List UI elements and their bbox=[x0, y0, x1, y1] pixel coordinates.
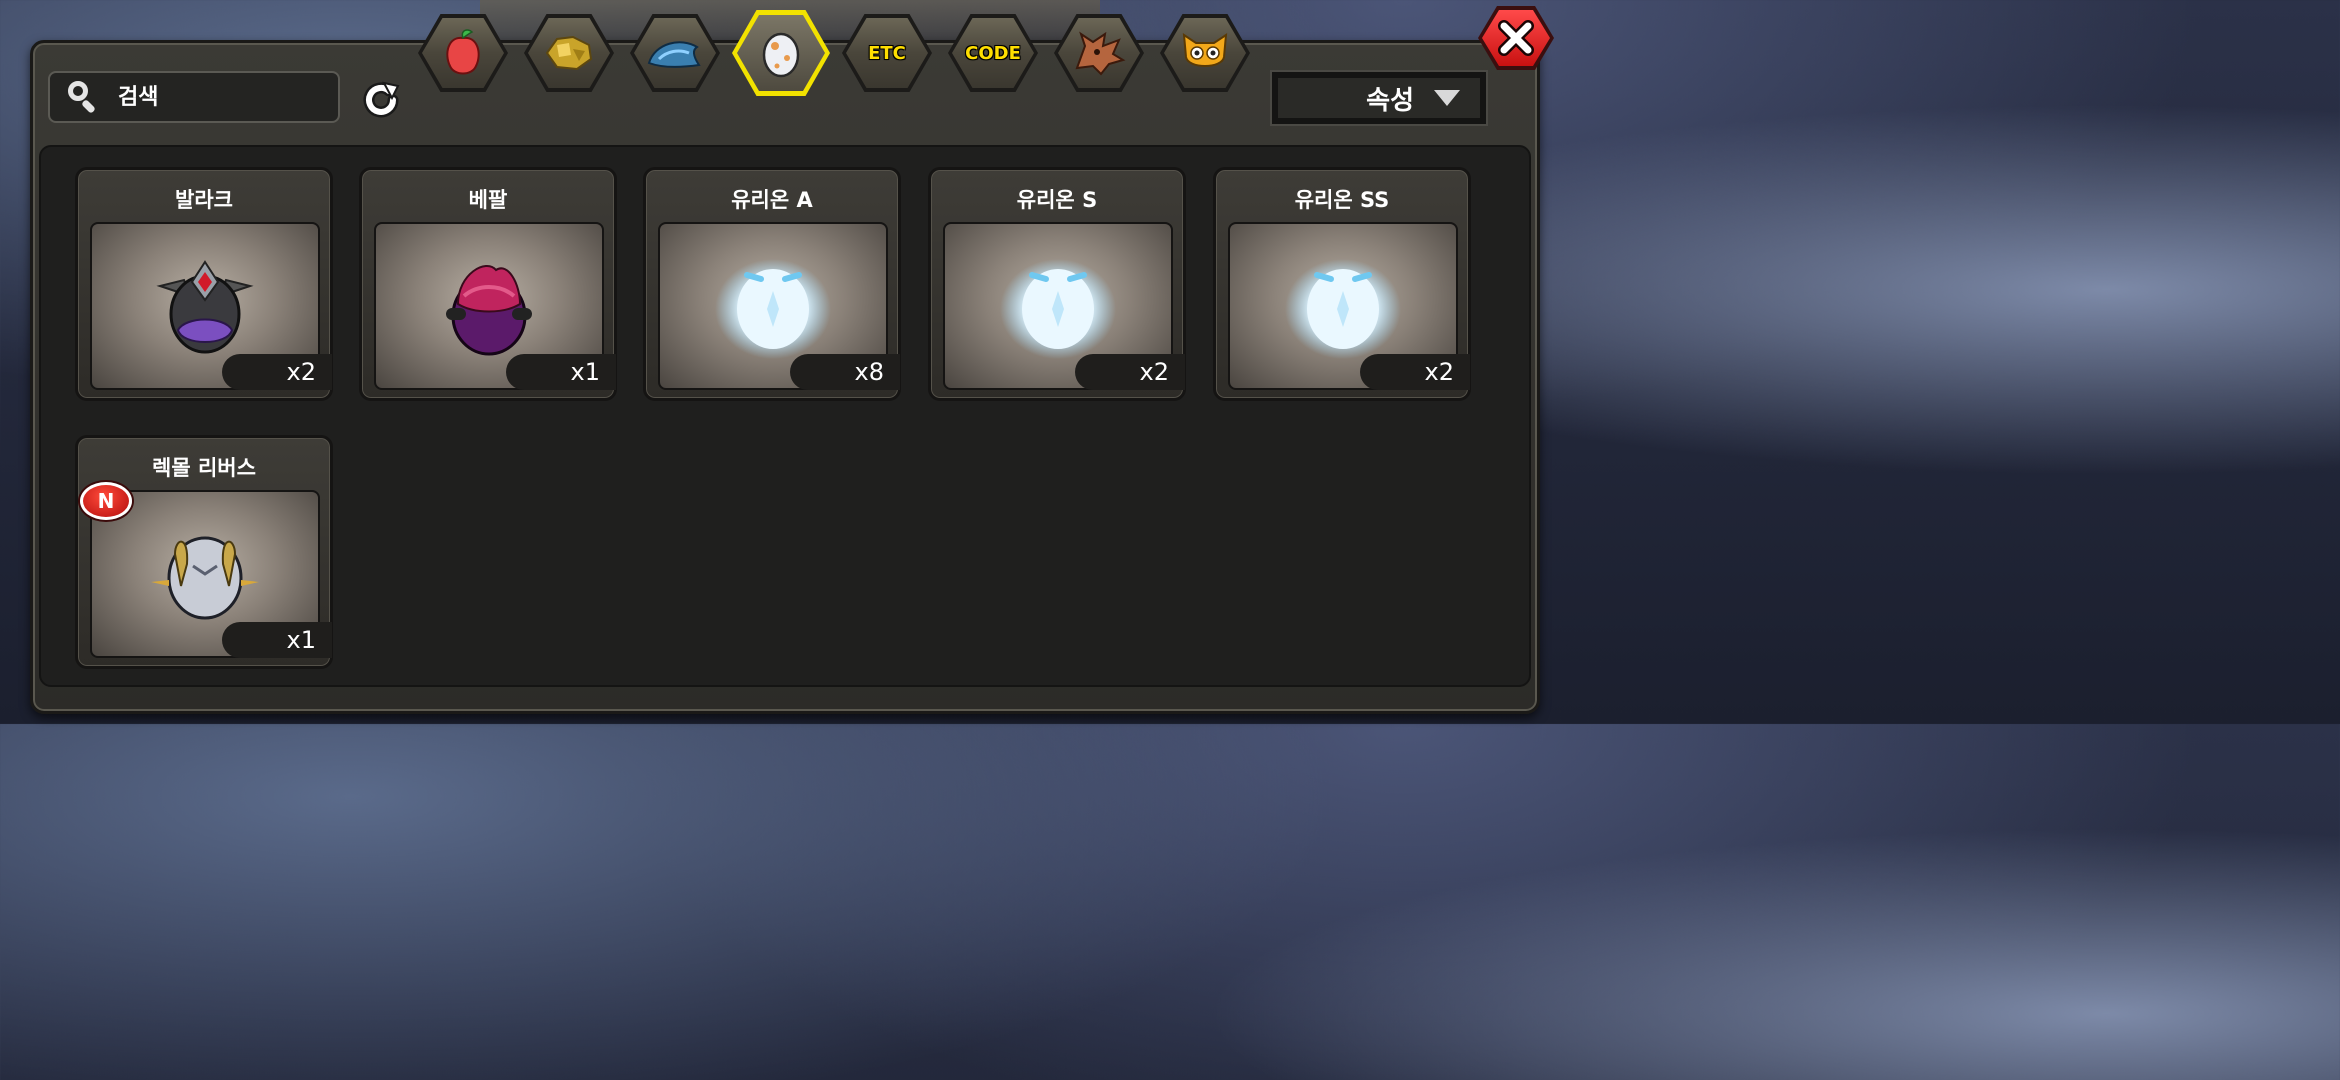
item-card[interactable]: 렉몰 리버스 x1 N bbox=[75, 435, 333, 669]
item-count: x1 bbox=[506, 354, 616, 390]
item-count: x2 bbox=[222, 354, 332, 390]
owl-icon bbox=[1182, 33, 1228, 67]
egg-icon bbox=[762, 32, 800, 78]
tab-code-label: CODE bbox=[965, 42, 1021, 64]
sort-label: 속성 bbox=[1366, 85, 1414, 116]
glowing-egg-icon bbox=[1000, 259, 1116, 359]
close-icon bbox=[1498, 20, 1534, 56]
refresh-button[interactable] bbox=[356, 78, 406, 122]
refresh-icon bbox=[363, 81, 400, 118]
item-count: x2 bbox=[1075, 354, 1185, 390]
vepal-egg-icon bbox=[446, 265, 532, 356]
glowing-egg-icon bbox=[715, 259, 831, 359]
item-count: x8 bbox=[790, 354, 900, 390]
tab-etc-label: ETC bbox=[868, 42, 906, 64]
ore-icon bbox=[545, 35, 593, 71]
item-card[interactable]: 유리온 S x2 bbox=[928, 167, 1186, 401]
search-box[interactable] bbox=[48, 71, 340, 123]
item-name: 유리온 A bbox=[731, 188, 813, 212]
new-badge: N bbox=[80, 482, 132, 520]
dragon-icon bbox=[1075, 31, 1126, 76]
dropdown-arrow-icon bbox=[1434, 90, 1460, 106]
item-count: x1 bbox=[222, 622, 332, 658]
search-icon bbox=[62, 75, 106, 119]
glowing-egg-icon bbox=[1285, 259, 1401, 359]
fruit-icon bbox=[446, 29, 480, 75]
item-card[interactable]: 발라크 x2 bbox=[75, 167, 333, 401]
item-card[interactable]: 유리온 SS x2 bbox=[1213, 167, 1471, 401]
balrog-egg-icon bbox=[156, 260, 254, 354]
fish-icon bbox=[647, 41, 701, 68]
rekmol-egg-icon bbox=[151, 536, 259, 620]
search-input[interactable] bbox=[116, 83, 320, 111]
item-count: x2 bbox=[1360, 354, 1470, 390]
item-name: 유리온 S bbox=[1016, 188, 1098, 212]
item-name: 유리온 SS bbox=[1294, 188, 1390, 212]
item-name: 베팔 bbox=[468, 188, 508, 212]
sort-dropdown[interactable]: 속성 bbox=[1270, 70, 1488, 126]
item-card[interactable]: 베팔 x1 bbox=[359, 167, 617, 401]
item-name: 발라크 bbox=[175, 188, 233, 212]
item-name: 렉몰 리버스 bbox=[152, 456, 256, 480]
item-card[interactable]: 유리온 A x8 bbox=[643, 167, 901, 401]
